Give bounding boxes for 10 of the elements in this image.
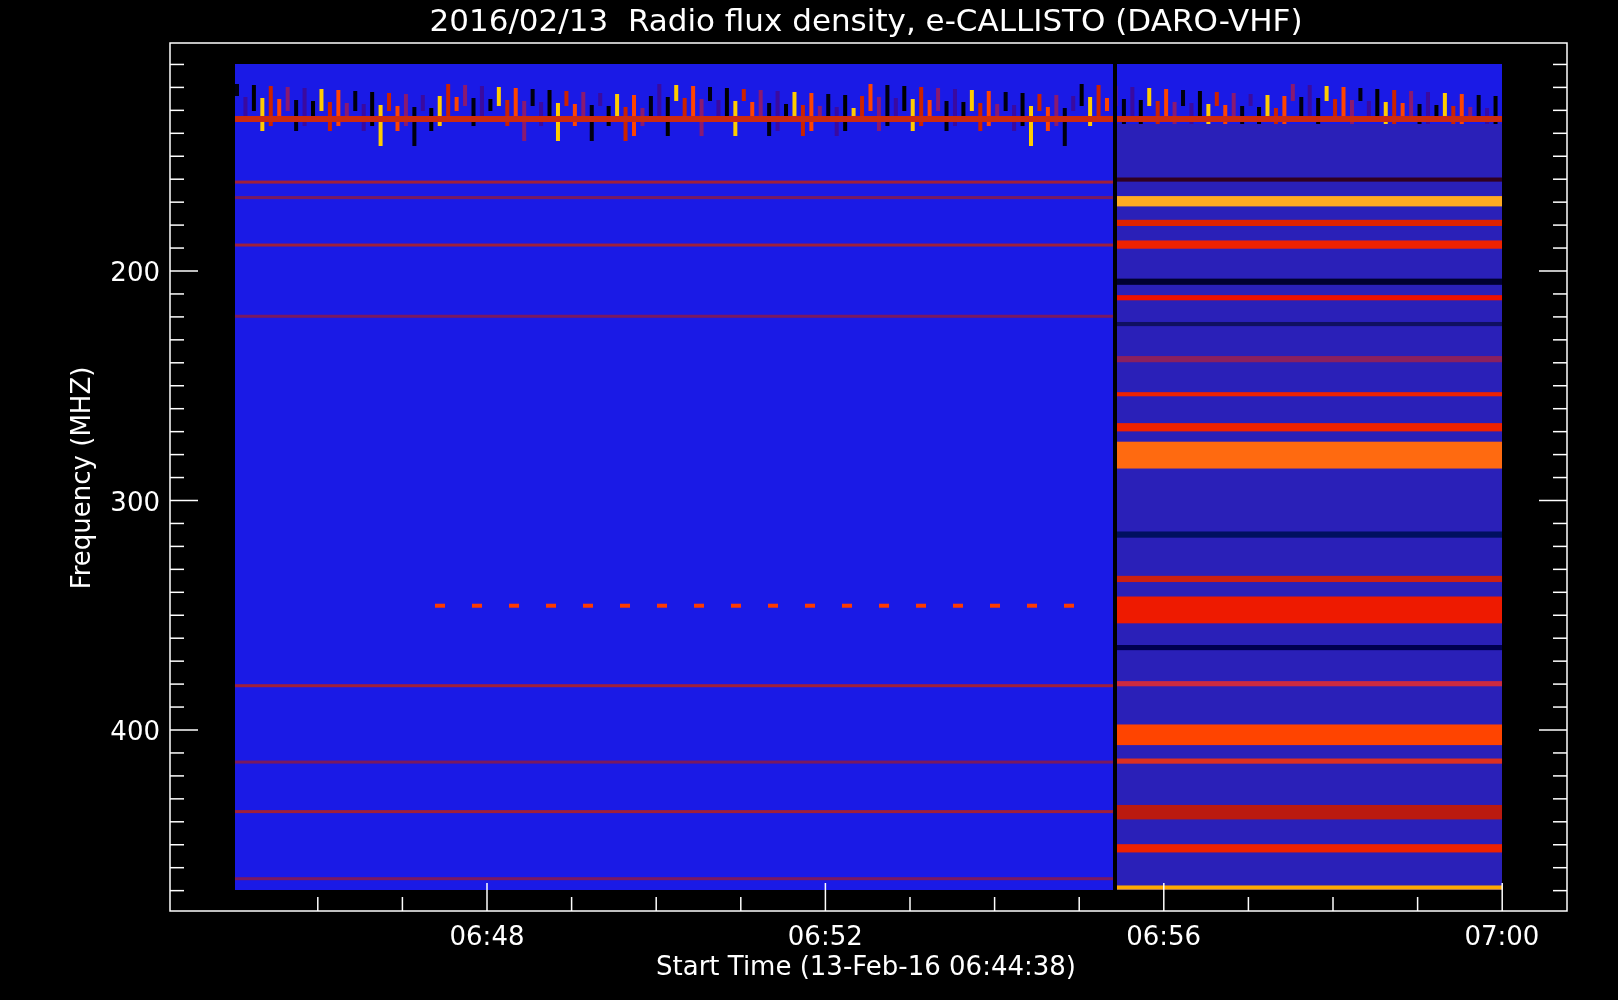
y-axis-label: Frequency (MHZ): [66, 366, 96, 590]
y-tick-label: 200: [110, 257, 160, 287]
x-tick-label: 06:48: [449, 921, 525, 951]
x-axis-label: Start Time (13-Feb-16 06:44:38): [656, 951, 1076, 981]
x-tick-label: 06:56: [1126, 921, 1202, 951]
plot-title: 2016/02/13 Radio flux density, e-CALLISTO (DARO-VHF): [429, 2, 1303, 38]
y-tick-label: 300: [110, 486, 160, 517]
x-tick-label: 06:52: [787, 921, 863, 951]
y-tick-label: 400: [110, 716, 160, 746]
x-tick-label: 07:00: [1464, 921, 1540, 951]
